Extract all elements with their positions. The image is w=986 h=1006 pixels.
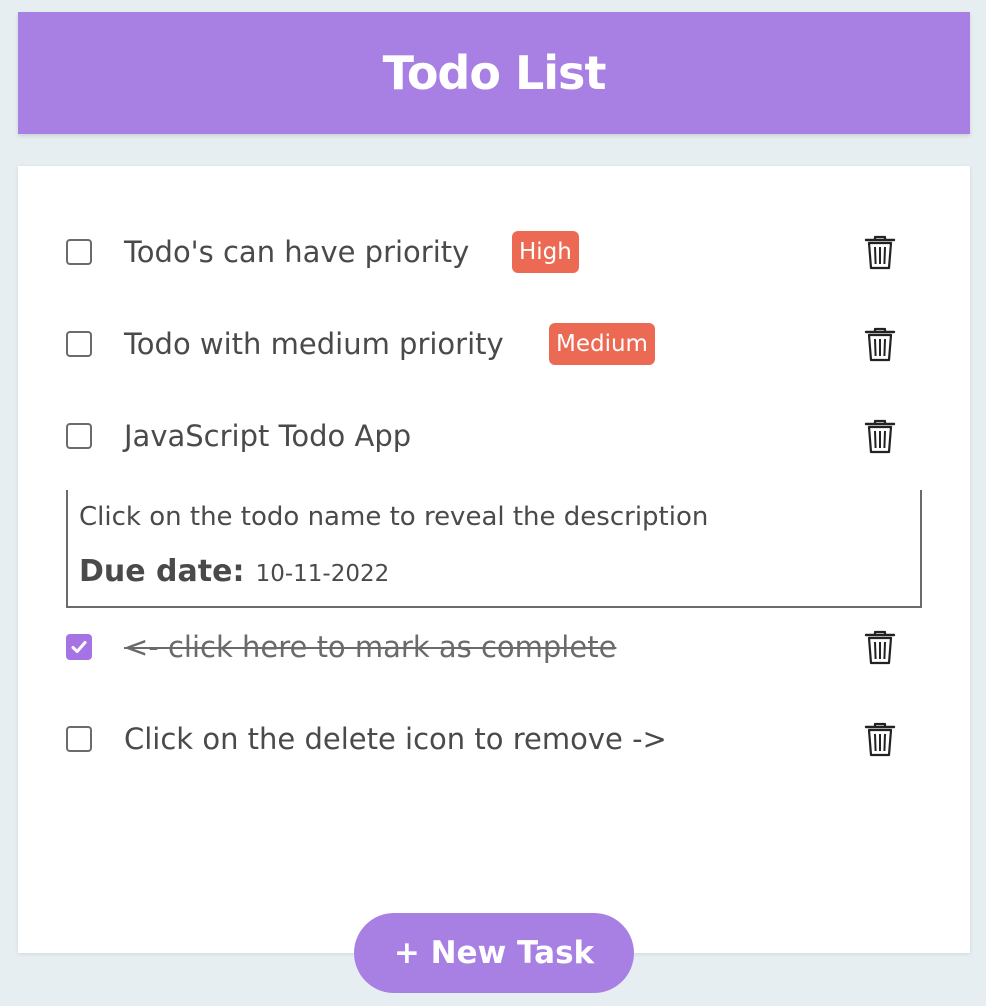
due-date: Due date: 10-11-2022 xyxy=(79,554,389,589)
priority-badge: High xyxy=(512,231,579,273)
due-date-value: 10-11-2022 xyxy=(255,561,390,587)
todo-title[interactable]: Click on the delete icon to remove -> xyxy=(124,722,667,756)
todo-list-card: Todo's can have priority High Todo with … xyxy=(18,166,970,953)
todo-title[interactable]: Todo with medium priority xyxy=(124,327,504,361)
todo-checkbox[interactable] xyxy=(66,239,92,265)
todo-item: Todo with medium priority Medium xyxy=(18,314,970,374)
todo-description: Click on the todo name to reveal the des… xyxy=(79,502,709,532)
todo-checkbox[interactable] xyxy=(66,634,92,660)
trash-icon[interactable] xyxy=(864,326,896,362)
todo-item: Todo's can have priority High xyxy=(18,222,970,282)
todo-checkbox[interactable] xyxy=(66,331,92,357)
todo-item: JavaScript Todo App xyxy=(18,406,970,466)
trash-icon[interactable] xyxy=(864,234,896,270)
trash-icon[interactable] xyxy=(864,629,896,665)
todo-checkbox[interactable] xyxy=(66,423,92,449)
due-date-label: Due date: xyxy=(79,554,245,589)
page-title: Todo List xyxy=(382,46,607,100)
new-task-button[interactable]: + New Task xyxy=(354,913,634,993)
todo-item: <- click here to mark as complete xyxy=(18,617,970,677)
todo-checkbox[interactable] xyxy=(66,726,92,752)
priority-badge: Medium xyxy=(549,323,655,365)
trash-icon[interactable] xyxy=(864,721,896,757)
todo-title[interactable]: <- click here to mark as complete xyxy=(124,630,616,664)
app-header: Todo List xyxy=(18,12,970,134)
trash-icon[interactable] xyxy=(864,418,896,454)
todo-item: Click on the delete icon to remove -> xyxy=(18,709,970,769)
todo-description-panel: Click on the todo name to reveal the des… xyxy=(66,490,922,608)
todo-title[interactable]: Todo's can have priority xyxy=(124,235,469,269)
todo-title[interactable]: JavaScript Todo App xyxy=(124,419,411,453)
check-icon xyxy=(71,641,87,653)
